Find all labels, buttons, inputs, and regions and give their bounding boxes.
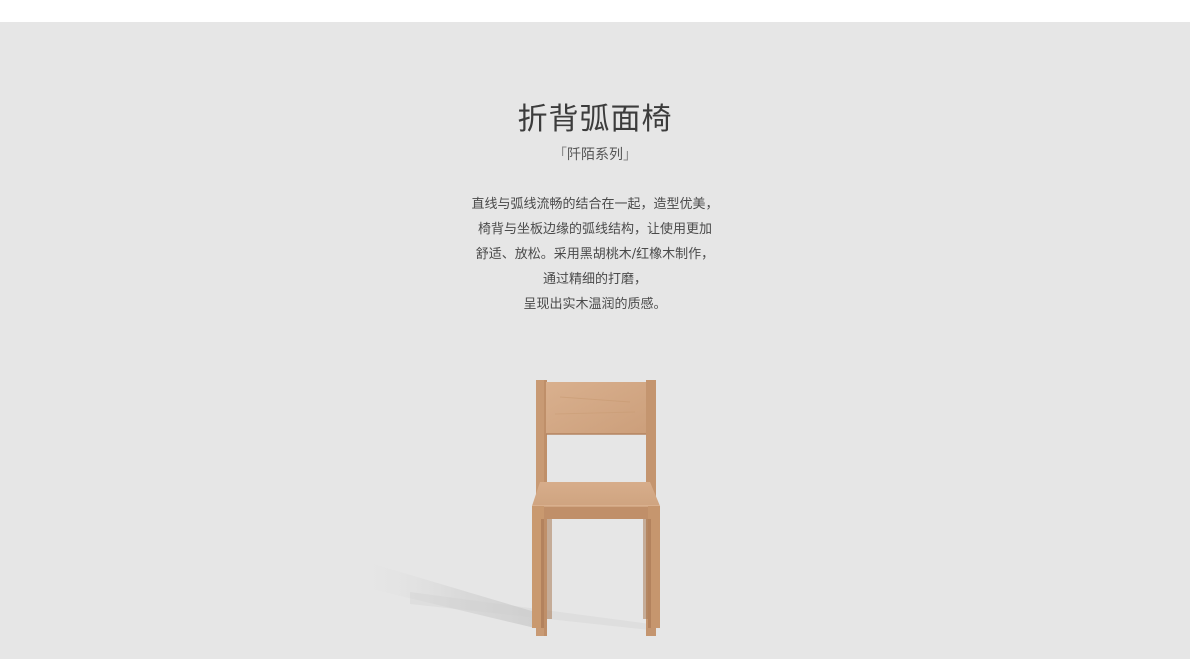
series-bracket-close: 」 xyxy=(623,147,637,163)
chair-shadow xyxy=(350,557,535,628)
description-line: 舒适、放松。采用黑胡桃木/红橡木制作， xyxy=(475,247,715,262)
series-name: 阡陌系列 xyxy=(567,147,623,163)
product-title: 折背弧面椅 xyxy=(517,102,673,137)
seat-front-apron xyxy=(532,506,660,519)
description-line: 直线与弧线流畅的结合在一起，造型优美， xyxy=(471,197,719,212)
chair-image xyxy=(350,380,660,636)
product-banner: 折背弧面椅 「阡陌系列」 直线与弧线流畅的结合在一起，造型优美， 椅背与坐板边缘… xyxy=(0,22,1190,659)
description-line: 椅背与坐板边缘的弧线结构，让使用更加 xyxy=(477,222,712,237)
product-series: 「阡陌系列」 xyxy=(0,144,1190,164)
top-whitespace xyxy=(0,0,1190,22)
product-description: 直线与弧线流畅的结合在一起，造型优美， 椅背与坐板边缘的弧线结构，让使用更加 舒… xyxy=(0,192,1190,317)
backrest-panel xyxy=(546,382,646,434)
description-line: 呈现出实木温润的质感。 xyxy=(523,297,667,312)
description-line: 通过精细的打磨， xyxy=(542,272,647,287)
seat-top xyxy=(532,482,660,506)
series-bracket-open: 「 xyxy=(553,147,567,163)
